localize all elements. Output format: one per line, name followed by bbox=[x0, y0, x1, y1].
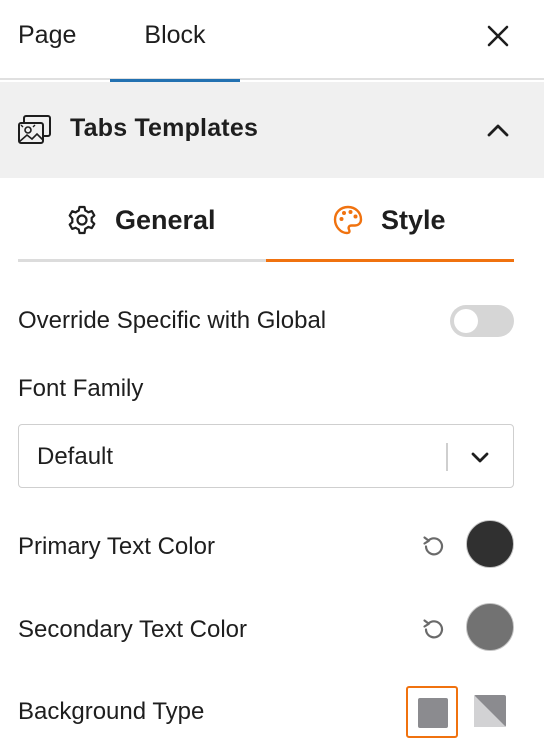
font-family-label: Font Family bbox=[18, 375, 144, 402]
reset-icon[interactable] bbox=[420, 532, 448, 560]
sidebar-header-tabs: Page Block bbox=[0, 0, 544, 82]
templates-icon bbox=[18, 115, 51, 144]
gradient-icon bbox=[474, 695, 506, 727]
palette-icon bbox=[333, 205, 363, 235]
close-icon bbox=[487, 25, 509, 47]
tab-page[interactable]: Page bbox=[18, 0, 76, 80]
toggle-knob bbox=[454, 309, 478, 333]
settings-tabs: General Style bbox=[18, 178, 514, 262]
override-toggle[interactable] bbox=[450, 305, 514, 337]
tabs-templates-panel-header[interactable]: Tabs Templates bbox=[0, 82, 544, 178]
font-family-select[interactable]: Default bbox=[18, 424, 514, 488]
chevron-up-icon bbox=[487, 124, 509, 137]
tab-block[interactable]: Block bbox=[110, 0, 240, 82]
background-type-solid-button[interactable] bbox=[406, 686, 458, 738]
solid-fill-icon bbox=[418, 698, 448, 728]
background-type-label: Background Type bbox=[18, 698, 205, 725]
tab-general[interactable]: General bbox=[18, 178, 266, 262]
gear-icon bbox=[68, 205, 96, 235]
primary-text-color-swatch[interactable] bbox=[466, 520, 514, 568]
close-button[interactable] bbox=[480, 18, 516, 54]
tab-general-label: General bbox=[115, 205, 216, 235]
tab-style[interactable]: Style bbox=[266, 178, 514, 262]
chevron-down-icon bbox=[471, 452, 489, 463]
select-divider bbox=[446, 443, 448, 471]
panel-title: Tabs Templates bbox=[70, 114, 259, 142]
background-type-gradient-button[interactable] bbox=[466, 686, 518, 738]
secondary-text-color-swatch[interactable] bbox=[466, 603, 514, 651]
reset-icon[interactable] bbox=[420, 615, 448, 643]
override-label: Override Specific with Global bbox=[18, 307, 327, 334]
primary-text-color-label: Primary Text Color bbox=[18, 533, 215, 560]
tab-style-label: Style bbox=[381, 205, 446, 235]
font-family-value: Default bbox=[37, 443, 114, 470]
secondary-text-color-label: Secondary Text Color bbox=[18, 616, 248, 643]
